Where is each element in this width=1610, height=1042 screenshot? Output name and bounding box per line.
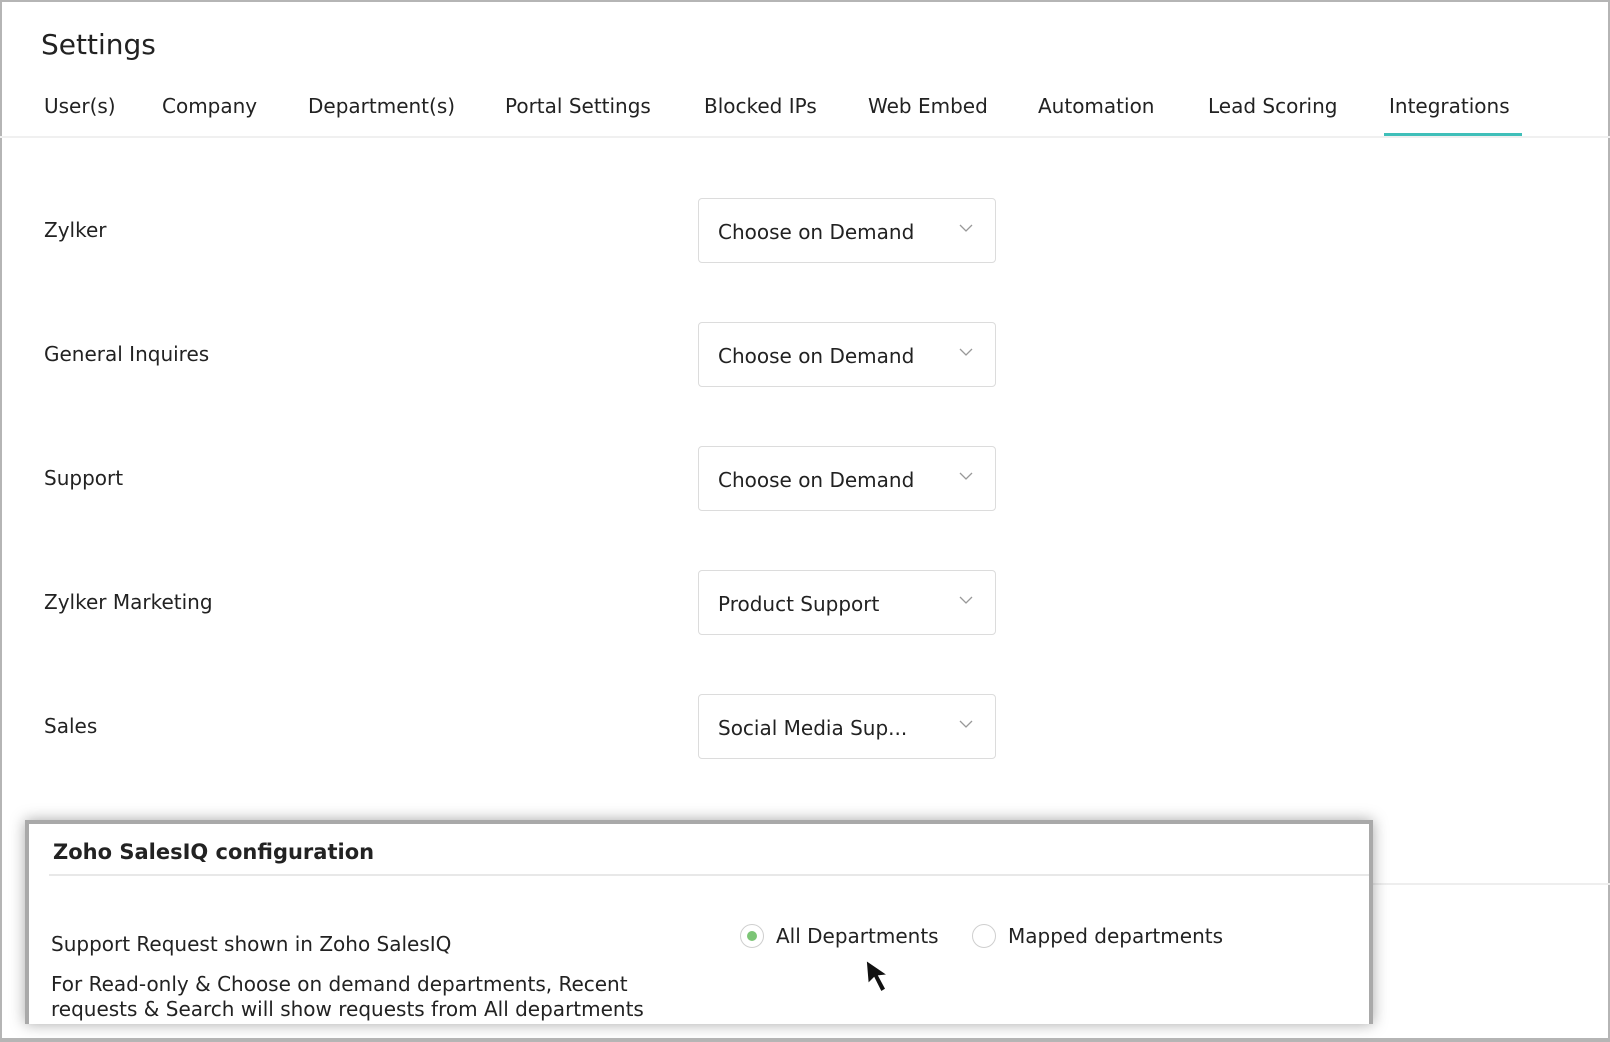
chevron-down-icon [959, 348, 973, 356]
select-value: Product Support [718, 592, 880, 616]
tab-users[interactable]: User(s) [44, 94, 116, 118]
select-value: Choose on Demand [718, 220, 915, 244]
department-select[interactable]: Choose on Demand [698, 322, 996, 387]
select-value: Choose on Demand [718, 344, 915, 368]
department-label: Zylker [44, 218, 107, 242]
panel-title: Zoho SalesIQ configuration [53, 840, 375, 864]
chevron-down-icon [959, 596, 973, 604]
chevron-down-icon [959, 224, 973, 232]
tab-integrations[interactable]: Integrations [1389, 94, 1510, 118]
tab-web-embed[interactable]: Web Embed [868, 94, 988, 118]
mouse-cursor-icon [865, 958, 891, 994]
tab-divider [0, 136, 1610, 138]
tab-automation[interactable]: Automation [1038, 94, 1154, 118]
active-tab-indicator [1384, 133, 1522, 136]
select-value: Social Media Sup... [718, 716, 908, 740]
chevron-down-icon [959, 472, 973, 480]
tab-departments[interactable]: Department(s) [308, 94, 455, 118]
note-line-2: requests & Search will show requests fro… [51, 997, 644, 1021]
radio-all-departments[interactable]: All Departments [740, 924, 939, 948]
chevron-down-icon [959, 720, 973, 728]
radio-mapped-departments[interactable]: Mapped departments [972, 924, 1223, 948]
radio-selected-icon [740, 924, 764, 948]
tab-blocked-ips[interactable]: Blocked IPs [704, 94, 817, 118]
salesiq-config-panel: Zoho SalesIQ configuration Support Reque… [25, 820, 1373, 1024]
department-label: Zylker Marketing [44, 590, 213, 614]
department-label: Support [44, 466, 124, 490]
note-line-1: For Read-only & Choose on demand departm… [51, 972, 628, 996]
department-select[interactable]: Product Support [698, 570, 996, 635]
page-title: Settings [41, 28, 156, 61]
tab-portal-settings[interactable]: Portal Settings [505, 94, 651, 118]
select-value: Choose on Demand [718, 468, 915, 492]
department-select[interactable]: Choose on Demand [698, 198, 996, 263]
radio-unselected-icon [972, 924, 996, 948]
support-request-label: Support Request shown in Zoho SalesIQ [51, 932, 452, 956]
department-select[interactable]: Choose on Demand [698, 446, 996, 511]
tab-lead-scoring[interactable]: Lead Scoring [1208, 94, 1337, 118]
divider [1372, 883, 1610, 885]
radio-label: All Departments [776, 924, 939, 948]
department-select[interactable]: Social Media Sup... [698, 694, 996, 759]
panel-divider [49, 874, 1369, 876]
radio-label: Mapped departments [1008, 924, 1223, 948]
department-label: Sales [44, 714, 98, 738]
department-label: General Inquires [44, 342, 210, 366]
tab-company[interactable]: Company [162, 94, 257, 118]
